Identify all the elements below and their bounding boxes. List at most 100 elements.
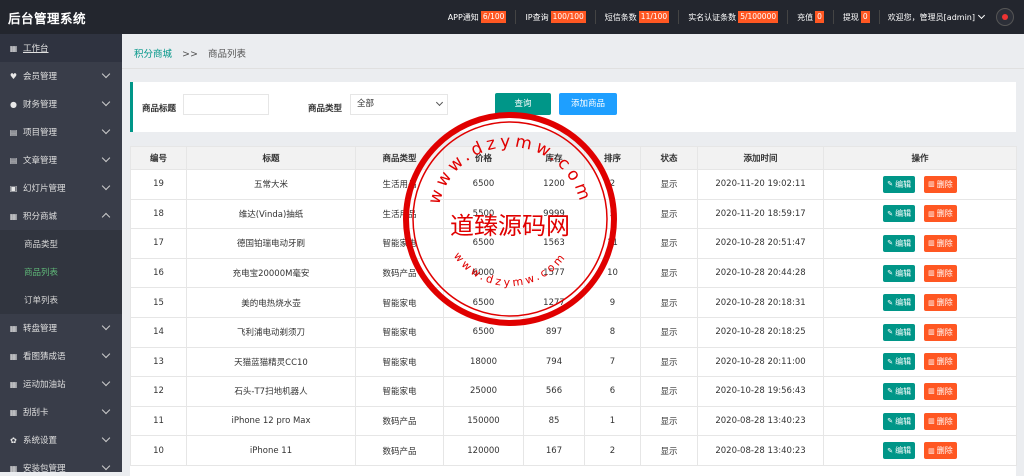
table-cell: 智能家电 <box>355 228 444 259</box>
table-cell: 2 <box>584 169 641 200</box>
edit-button[interactable]: ✎ 编辑 <box>883 234 916 252</box>
edit-button-label: 编辑 <box>895 327 912 337</box>
sidebar-item[interactable]: ▦ 刮刮卡 <box>0 398 122 426</box>
edit-button-label: 编辑 <box>895 298 912 308</box>
sidebar-item-label: 系统设置 <box>23 436 58 446</box>
sidebar-item-label: 文章管理 <box>23 156 58 166</box>
chevron-down-icon <box>101 349 111 359</box>
table-cell: 12 <box>130 376 187 407</box>
delete-button[interactable]: ▥ 删除 <box>924 234 957 252</box>
table-row: 11 iPhone 12 pro Max 数码产品 150000 85 1 显示 2020-0… <box>130 405 1017 437</box>
table-cell: 显示 <box>640 405 698 437</box>
edit-button[interactable]: ✎ 编辑 <box>883 323 916 341</box>
delete-button[interactable]: ▥ 删除 <box>924 382 957 400</box>
delete-button[interactable]: ▥ 删除 <box>924 294 957 312</box>
sidebar-item[interactable]: ▦ 看图猜成语 <box>0 342 122 370</box>
sidebar-item[interactable]: ▤ 文章管理 <box>0 146 122 174</box>
table-cell: 1277 <box>523 287 585 318</box>
table-cell: 智能家电 <box>355 376 444 407</box>
table-cell: iPhone 11 <box>186 435 356 466</box>
actions-cell: ✎ 编辑 ▥ 删除 <box>823 346 1017 378</box>
edit-button[interactable]: ✎ 编辑 <box>883 294 916 312</box>
row-actions: ✎ 编辑 ▥ 删除 <box>824 382 1016 400</box>
sidebar-item[interactable]: ▦ 工作台 <box>0 34 122 62</box>
chevron-down-icon <box>101 461 111 471</box>
top-stat-3[interactable]: 实名认证条数 5/100000 <box>678 10 787 24</box>
delete-button[interactable]: ▥ 删除 <box>924 264 957 282</box>
table-cell: 维达(Vinda)抽纸 <box>186 198 356 230</box>
table-cell: 显示 <box>640 228 698 259</box>
search-button[interactable]: 查询 <box>495 93 551 115</box>
delete-button[interactable]: ▥ 删除 <box>924 353 957 371</box>
top-stat-1[interactable]: IP查询 100/100 <box>515 10 594 24</box>
table-cell: 167 <box>523 435 585 466</box>
delete-button[interactable]: ▥ 删除 <box>924 175 957 193</box>
row-actions: ✎ 编辑 ▥ 删除 <box>824 175 1016 193</box>
table-cell: 显示 <box>640 346 698 378</box>
edit-icon: ✎ <box>887 209 894 218</box>
table-cell: 数码产品 <box>355 435 444 466</box>
sidebar-item[interactable]: ● 财务管理 <box>0 90 122 118</box>
add-product-button[interactable]: 添加商品 <box>559 93 617 115</box>
row-actions: ✎ 编辑 ▥ 删除 <box>824 234 1016 252</box>
delete-button-label: 删除 <box>936 327 953 337</box>
edit-button[interactable]: ✎ 编辑 <box>883 382 916 400</box>
sidebar-subitem[interactable]: 商品类型 <box>0 230 122 258</box>
table-cell: 2020-10-28 20:51:47 <box>697 228 824 259</box>
table-row: 18 维达(Vinda)抽纸 生活用品 5500 9999 5 显示 2020-11-20 1… <box>130 198 1017 230</box>
sidebar-item[interactable]: ▦ 转盘管理 <box>0 314 122 342</box>
top-stat-2[interactable]: 短信条数 11/100 <box>594 10 678 24</box>
table-cell: 6500 <box>443 287 524 318</box>
edit-button[interactable]: ✎ 编辑 <box>883 205 916 223</box>
top-stat-4[interactable]: 充值 0 <box>787 10 833 24</box>
table-header-row: 编号 标题 商品类型 价格 库存 排序 状态 添加时间 操作 <box>130 146 1017 170</box>
delete-button[interactable]: ▥ 删除 <box>924 442 957 460</box>
breadcrumb-parent[interactable]: 积分商城 <box>134 49 172 60</box>
sidebar-item[interactable]: ✿ 系统设置 <box>0 426 122 454</box>
row-actions: ✎ 编辑 ▥ 删除 <box>824 442 1016 460</box>
sidebar-item[interactable]: ▤ 项目管理 <box>0 118 122 146</box>
top-stat-5[interactable]: 提现 0 <box>832 10 879 24</box>
type-filter-select[interactable]: 全部 <box>350 94 448 115</box>
avatar[interactable] <box>996 8 1014 26</box>
sidebar-item[interactable]: ♥ 会员管理 <box>0 62 122 90</box>
sidebar-item[interactable]: ▦ 积分商城 <box>0 202 122 230</box>
user-menu[interactable]: 欢迎您，管理员[admin] <box>878 10 992 24</box>
title-filter-label: 商品标题 <box>142 104 177 114</box>
top-stat-0[interactable]: APP通知 6/100 <box>439 10 516 24</box>
sidebar-item[interactable]: ▦ 运动加油站 <box>0 370 122 398</box>
table-cell: 11 <box>130 405 187 437</box>
table-cell: 2020-08-28 13:40:23 <box>697 405 824 437</box>
edit-button[interactable]: ✎ 编辑 <box>883 175 916 193</box>
table-cell: 7 <box>584 346 641 378</box>
row-actions: ✎ 编辑 ▥ 删除 <box>824 264 1016 282</box>
edit-button[interactable]: ✎ 编辑 <box>883 353 916 371</box>
delete-button-label: 删除 <box>936 446 953 456</box>
product-table-panel: 编号 标题 商品类型 价格 库存 排序 状态 添加时间 操作 19 五常大米 生活用品 6500 120… <box>130 146 1017 476</box>
gear-icon: ✿ <box>10 435 17 445</box>
sidebar-item[interactable]: ▣ 幻灯片管理 <box>0 174 122 202</box>
edit-button[interactable]: ✎ 编辑 <box>883 412 916 430</box>
table-cell: 794 <box>523 346 585 378</box>
edit-button[interactable]: ✎ 编辑 <box>883 264 916 282</box>
sidebar-subitem[interactable]: 订单列表 <box>0 286 122 314</box>
trash-icon: ▥ <box>928 239 935 248</box>
delete-button[interactable]: ▥ 删除 <box>924 205 957 223</box>
sidebar-item-label: 看图猜成语 <box>23 352 66 362</box>
delete-button[interactable]: ▥ 删除 <box>924 412 957 430</box>
row-actions: ✎ 编辑 ▥ 删除 <box>824 205 1016 223</box>
table-cell: 生活用品 <box>355 198 444 230</box>
actions-cell: ✎ 编辑 ▥ 删除 <box>823 228 1017 259</box>
chevron-down-icon <box>101 97 111 107</box>
table-row: 14 飞利浦电动剃须刀 智能家电 6500 897 8 显示 2020-10-28 20:18… <box>130 316 1017 348</box>
top-bar: 后台管理系统 APP通知 6/100 IP查询 100/100 短信条数 11/100 实名… <box>0 0 1024 34</box>
table-cell: 16 <box>130 257 187 289</box>
sidebar-subitem[interactable]: 商品列表 <box>0 258 122 286</box>
title-filter-input[interactable] <box>183 94 269 115</box>
table-cell: 9 <box>584 287 641 318</box>
sidebar-item-label: 财务管理 <box>23 100 58 110</box>
edit-button[interactable]: ✎ 编辑 <box>883 442 916 460</box>
delete-button[interactable]: ▥ 删除 <box>924 323 957 341</box>
sidebar-item[interactable]: ▦ 安装包管理 <box>0 454 122 472</box>
table-cell: 6 <box>584 376 641 407</box>
